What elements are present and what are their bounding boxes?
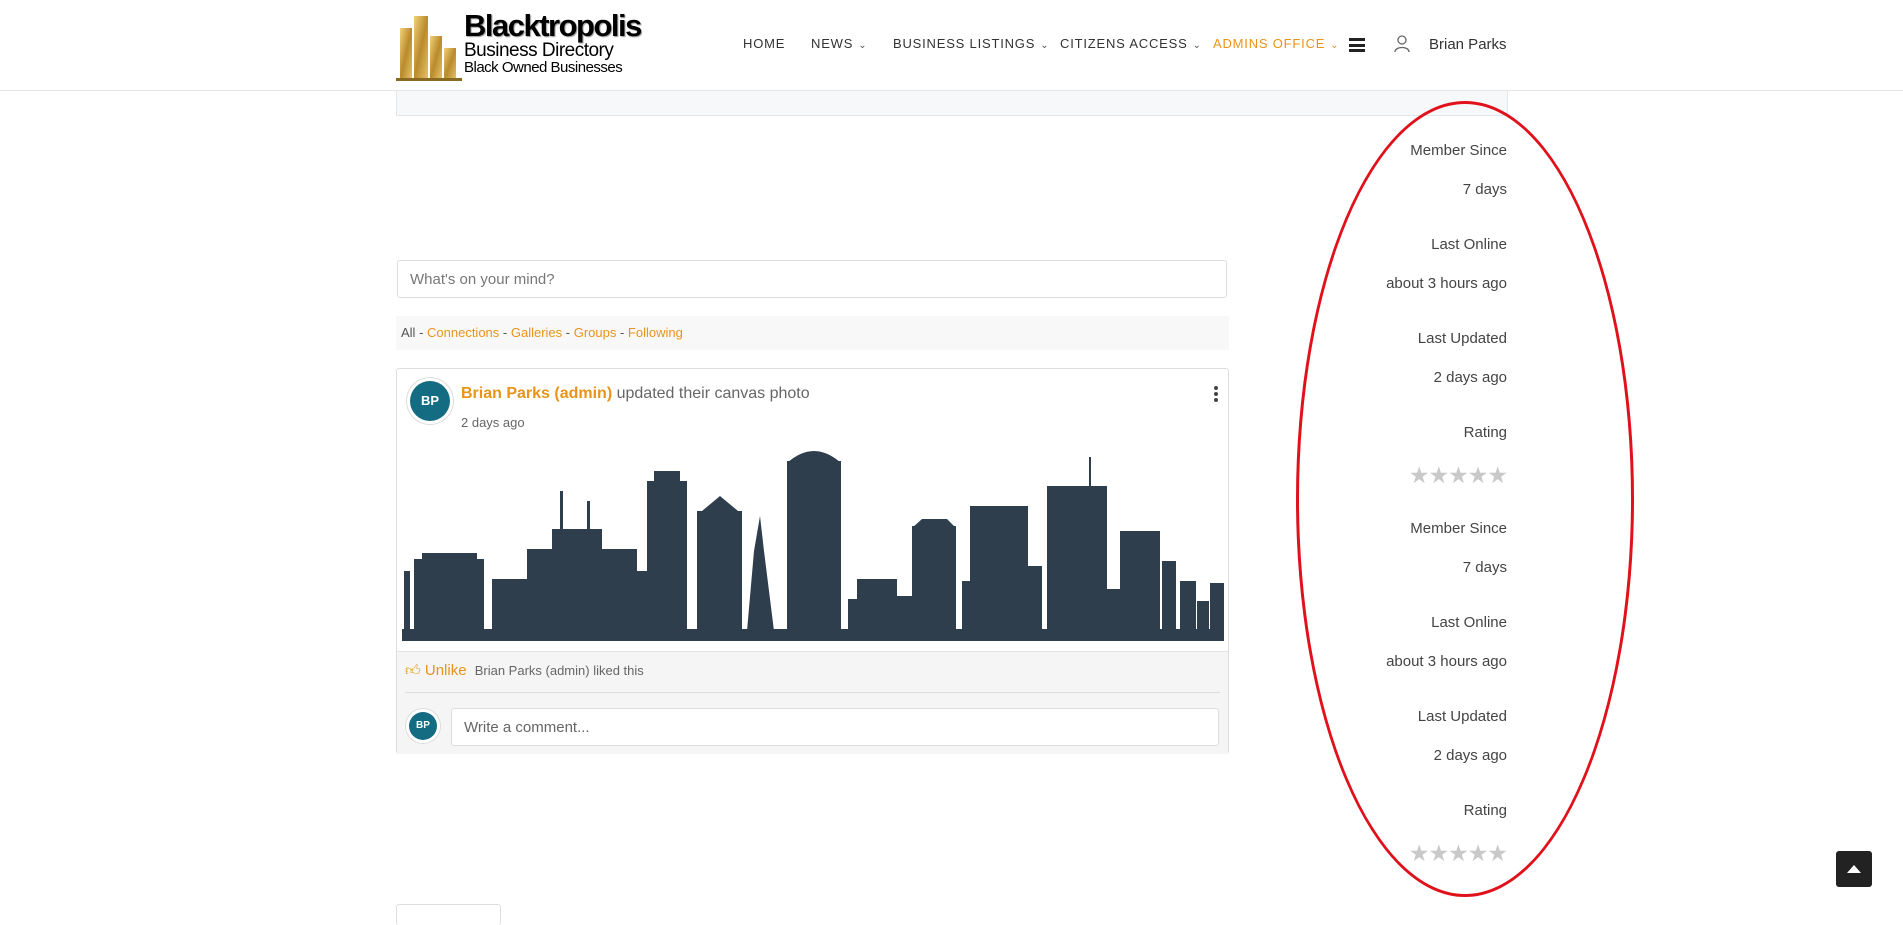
nav-news-label: NEWS [811,36,854,51]
last-online-label: Last Online [1431,614,1507,631]
nav-home-label: HOME [743,36,786,51]
post-author-link[interactable]: Brian Parks (admin) [461,385,612,402]
divider [405,692,1220,693]
buildings-logo-icon [396,16,462,81]
brand-tagline: Black Owned Businesses [464,59,623,76]
filter-galleries[interactable]: Galleries [511,325,562,340]
member-since-value: 7 days [1462,559,1507,576]
star-icon: ★ [1467,840,1489,866]
rating-label: Rating [1463,424,1507,441]
member-since-value: 7 days [1462,181,1507,198]
filter-separator: - [616,325,628,340]
user-name-link[interactable]: Brian Parks [1429,36,1507,53]
star-icon: ★ [1487,840,1508,866]
unlike-label: Unlike [424,662,467,679]
chevron-down-icon: ⌄ [1192,40,1202,51]
rating-stars[interactable]: ★★★★★ [1267,840,1508,866]
star-icon: ★ [1467,462,1489,488]
nav-admins-office-label: ADMINS OFFICE [1213,36,1326,51]
comment-input[interactable] [451,708,1219,746]
star-icon: ★ [1487,462,1508,488]
profile-info-box [396,90,1508,116]
site-header: Blacktropolis Business Directory Black O… [0,0,1903,91]
last-online-value: about 3 hours ago [1386,653,1507,670]
unlike-button[interactable]: 👍︎ Unlike [405,662,471,679]
scroll-to-top-button[interactable] [1836,851,1872,887]
status-input[interactable] [397,260,1227,298]
last-updated-label: Last Updated [1417,708,1507,725]
post-footer: 👍︎ Unlike Brian Parks (admin) liked this… [397,651,1228,754]
filter-connections[interactable]: Connections [427,325,499,340]
brand-subtitle: Business Directory [464,40,614,61]
star-icon: ★ [1448,840,1469,866]
bottom-panel [396,904,501,925]
nav-home[interactable]: HOME [743,36,785,51]
nav-business-listings-label: BUSINESS LISTINGS [893,36,1036,51]
star-icon: ★ [1448,462,1469,488]
nav-admins-office[interactable]: ADMINS OFFICE ⌄ [1213,36,1339,51]
like-row: 👍︎ Unlike Brian Parks (admin) liked this [405,662,644,680]
chevron-up-icon [1847,865,1861,873]
thumbs-up-icon: 👍︎ [405,662,421,679]
nav-citizens-access-label: CITIZENS ACCESS [1060,36,1188,51]
filter-all[interactable]: All [401,325,415,340]
last-online-value: about 3 hours ago [1386,275,1507,292]
last-updated-value: 2 days ago [1433,747,1507,764]
more-options-icon[interactable] [1214,386,1218,404]
nav-news[interactable]: NEWS ⌄ [811,36,867,51]
liked-by-text: Brian Parks (admin) liked this [474,663,644,678]
activity-filters: All - Connections - Galleries - Groups -… [396,316,1229,350]
post-header: Brian Parks (admin) updated their canvas… [461,385,810,403]
last-updated-label: Last Updated [1417,330,1507,347]
filter-separator: - [562,325,574,340]
filter-separator: - [499,325,511,340]
filter-following[interactable]: Following [628,325,683,340]
post-action-text: updated their canvas photo [616,385,810,402]
filter-groups[interactable]: Groups [574,325,617,340]
brand-title: Blacktropolis [464,8,642,43]
filter-separator: - [415,325,428,340]
avatar[interactable]: BP [410,381,450,421]
city-skyline-image [402,451,1224,641]
chevron-down-icon: ⌄ [858,40,868,51]
last-updated-value: 2 days ago [1433,369,1507,386]
menu-icon[interactable] [1349,38,1365,52]
rating-stars[interactable]: ★★★★★ [1267,462,1508,488]
member-since-label: Member Since [1410,142,1507,159]
star-icon: ★ [1428,462,1450,488]
profile-stats: Member Since 7 days Last Online about 3 … [1267,142,1508,898]
star-icon: ★ [1428,840,1450,866]
last-online-label: Last Online [1431,236,1507,253]
user-icon[interactable] [1394,35,1410,53]
nav-business-listings[interactable]: BUSINESS LISTINGS ⌄ [893,36,1049,51]
member-since-label: Member Since [1410,520,1507,537]
post-timestamp: 2 days ago [461,415,525,430]
chevron-down-icon: ⌄ [1330,40,1340,51]
activity-post: BP Brian Parks (admin) updated their can… [396,368,1229,754]
rating-label: Rating [1463,802,1507,819]
comment-avatar: BP [409,712,437,740]
canvas-photo[interactable] [402,441,1224,641]
site-logo[interactable]: Blacktropolis Business Directory Black O… [396,8,642,81]
chevron-down-icon: ⌄ [1040,40,1050,51]
star-icon: ★ [1408,462,1430,488]
star-icon: ★ [1408,840,1430,866]
nav-citizens-access[interactable]: CITIZENS ACCESS ⌄ [1060,36,1202,51]
